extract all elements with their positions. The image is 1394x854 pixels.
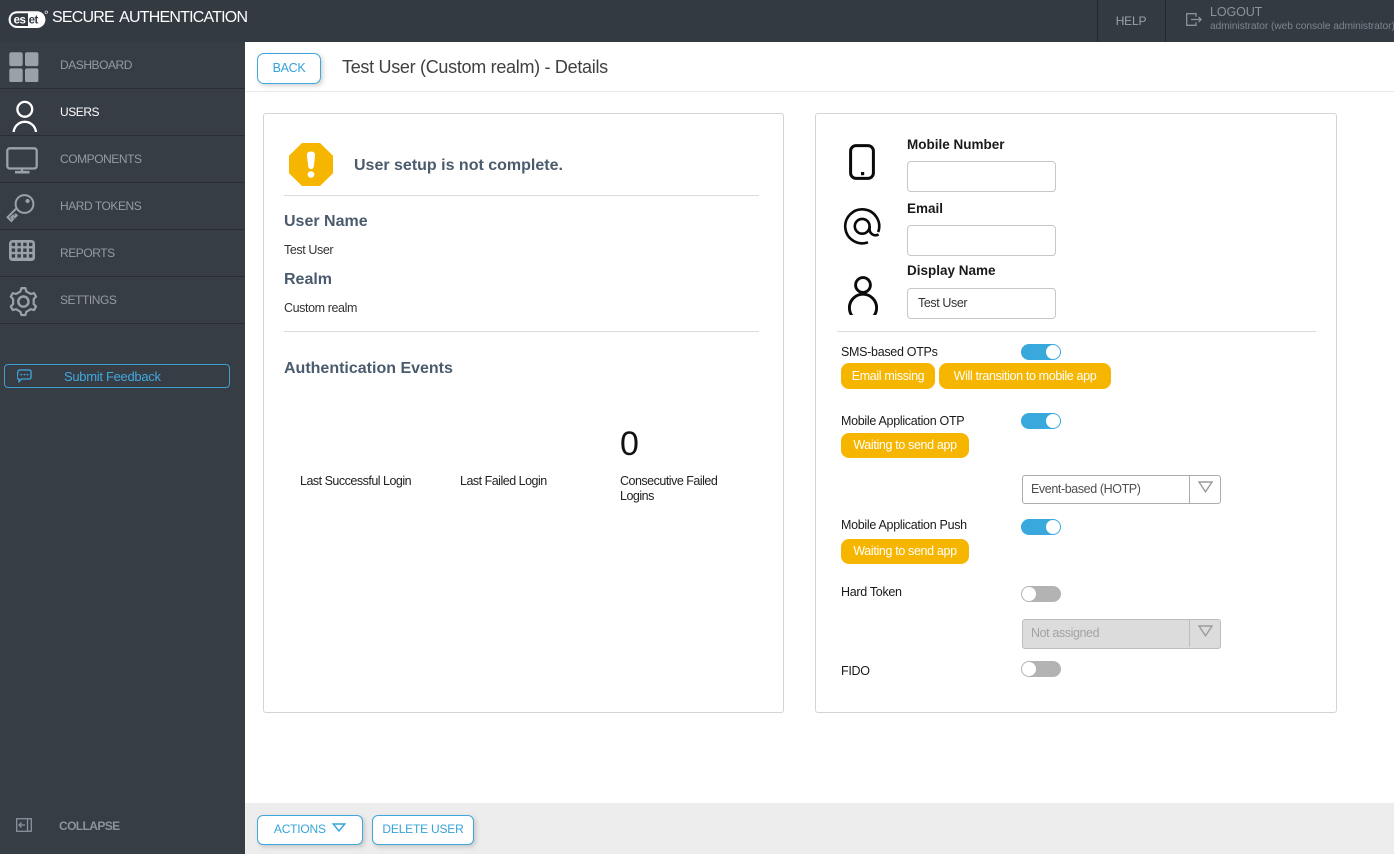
svg-text:es: es [14,15,26,27]
svg-text:et: et [29,15,39,27]
